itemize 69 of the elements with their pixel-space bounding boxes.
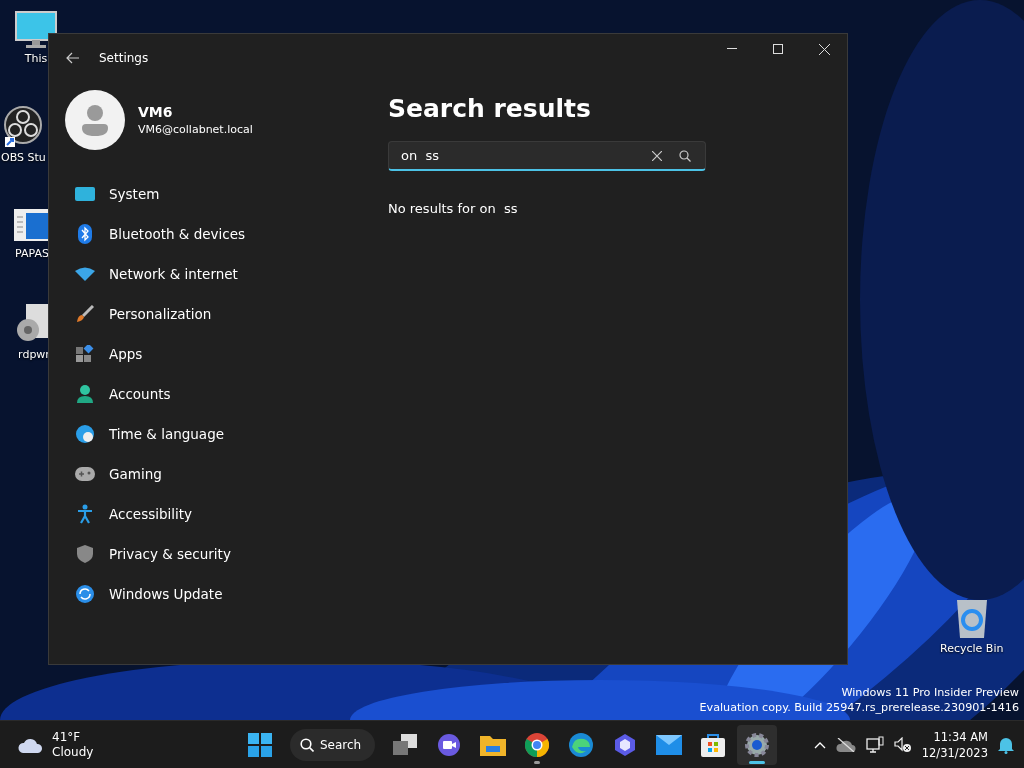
chrome-icon [525, 732, 550, 757]
window-title: Settings [99, 51, 150, 65]
apps-icon [76, 345, 94, 363]
close-icon [818, 43, 830, 55]
gamepad-icon [75, 467, 95, 481]
gear-icon [745, 732, 770, 757]
refresh-icon [76, 585, 94, 603]
mail-icon [656, 734, 683, 755]
search-box[interactable]: on ss [388, 141, 706, 171]
speaker-muted-icon[interactable] [893, 736, 912, 753]
page-heading: Search results [388, 94, 592, 123]
running-indicator [534, 760, 541, 764]
temperature: 41°F [52, 729, 82, 745]
close-icon [652, 150, 662, 161]
network-icon[interactable] [865, 735, 884, 754]
desktop-icon-label: PAPAS [15, 247, 49, 260]
avatar [65, 90, 125, 150]
desktop-icon-label: This [24, 52, 48, 65]
shield-icon [77, 545, 93, 563]
monitor-icon [75, 187, 95, 201]
search-field[interactable]: on ss [399, 147, 643, 164]
sidebar-item[interactable]: Bluetooth & devices [65, 214, 335, 254]
user-email: VM6@collabnet.local [138, 123, 253, 136]
minimize-icon [727, 48, 737, 50]
folder-icon [480, 733, 507, 756]
hexagon-logo-icon [613, 732, 638, 757]
sidebar-item[interactable]: Personalization [65, 294, 335, 334]
video-chat-icon [437, 732, 462, 757]
bluetooth-icon [78, 224, 92, 244]
desktop-icon-label: Recycle Bin [940, 642, 1004, 655]
cloud-off-icon[interactable] [835, 737, 856, 752]
globe-clock-icon [76, 425, 94, 443]
maximize-icon [773, 44, 783, 54]
user-name: VM6 [138, 104, 174, 120]
sidebar-item[interactable]: Apps [65, 334, 335, 374]
sidebar-item[interactable]: Network & internet [65, 254, 335, 294]
sidebar-item[interactable]: Gaming [65, 454, 335, 494]
evaluation-notice: Evaluation copy. Build 25947.rs_prerelease.230901-1416 [699, 700, 1019, 715]
accessibility-icon [77, 504, 93, 524]
bell-icon[interactable] [998, 735, 1014, 754]
sidebar-item[interactable]: Accessibility [65, 494, 335, 534]
monitor-icon [14, 10, 58, 50]
taskbar-app-button[interactable] [737, 724, 778, 765]
search-icon [300, 737, 314, 752]
wifi-icon [75, 267, 95, 281]
sidebar-item[interactable]: Accounts [65, 374, 335, 414]
cloud-icon [18, 736, 44, 753]
search-icon [679, 149, 691, 162]
no-results-message: No results for on ss [388, 201, 519, 216]
brush-icon [76, 305, 94, 323]
desktop-icon-label: rdpwr [18, 348, 50, 361]
person-icon [77, 385, 93, 403]
sidebar-item[interactable]: Windows Update [65, 574, 335, 614]
evaluation-notice: Windows 11 Pro Insider Preview [841, 685, 1019, 700]
windows-logo-icon [248, 732, 272, 757]
desktop-icon-label: OBS Stu [1, 151, 46, 164]
search-button[interactable]: Search [290, 728, 376, 761]
chevron-up-icon[interactable] [813, 740, 826, 749]
clock[interactable]: 11:34 AM 12/31/2023 [921, 728, 988, 761]
running-indicator [749, 760, 766, 764]
edge-icon [569, 732, 594, 757]
overlapping-squares-icon [393, 733, 418, 756]
sidebar-item[interactable]: System [65, 174, 335, 214]
ring-logo-icon [3, 105, 44, 149]
weather-condition: Cloudy [52, 744, 94, 760]
store-icon [701, 732, 726, 757]
sidebar-item[interactable]: Time & language [65, 414, 335, 454]
back-arrow-icon [66, 52, 80, 64]
sidebar-item[interactable]: Privacy & security [65, 534, 335, 574]
